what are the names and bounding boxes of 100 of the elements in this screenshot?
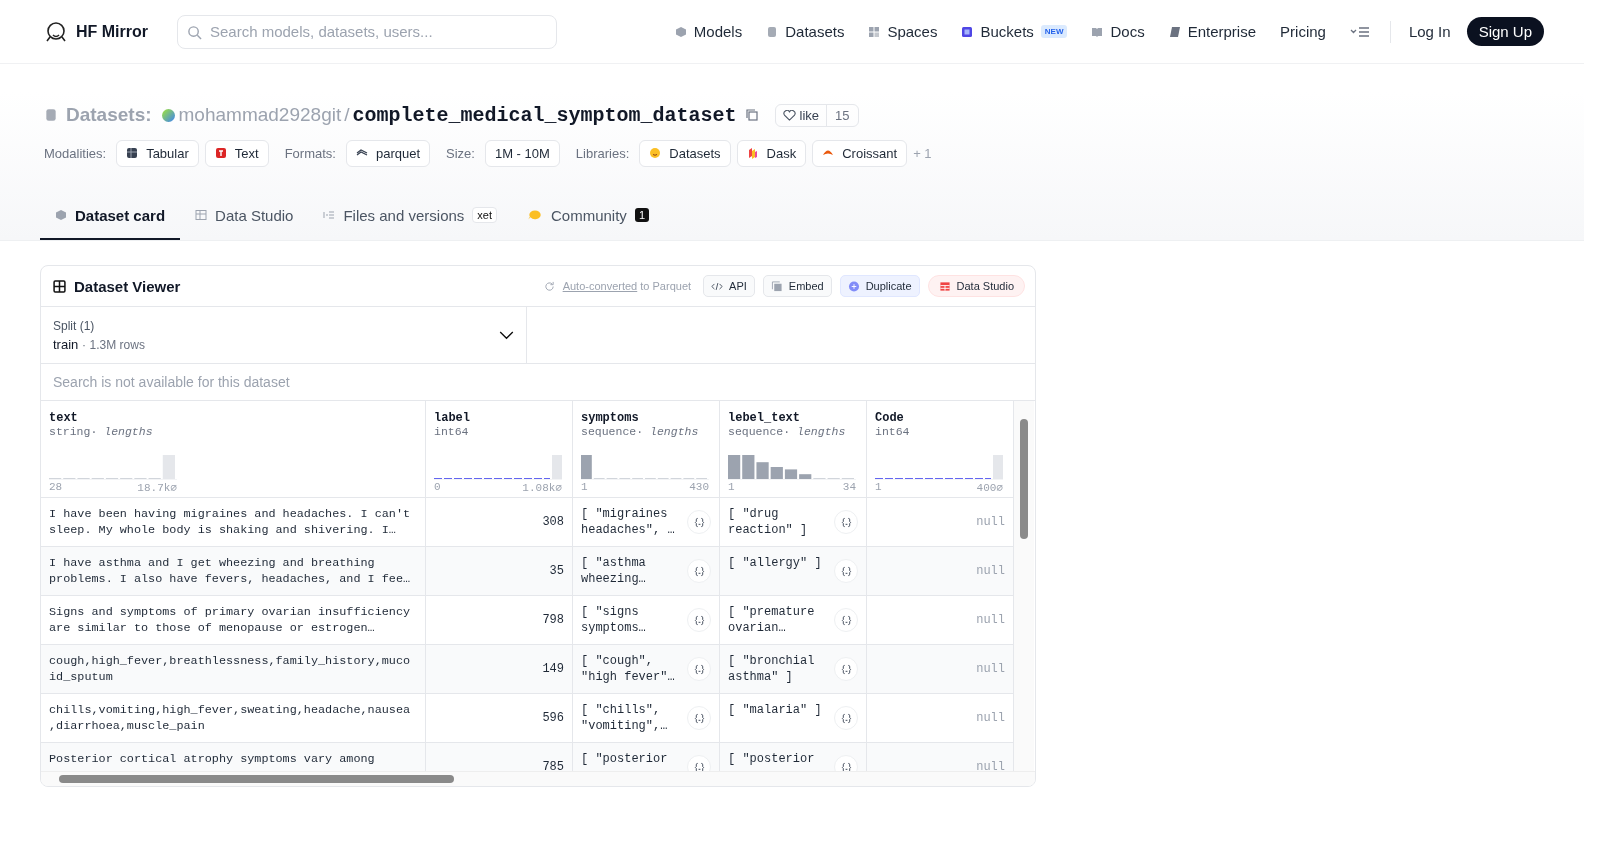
- column-name: text: [49, 411, 79, 425]
- horizontal-scrollbar[interactable]: [41, 771, 1035, 786]
- expand-json-button[interactable]: [687, 608, 711, 632]
- table-cell: [ "malaria" ]: [728, 702, 822, 718]
- tab[interactable]: Data Studio: [180, 192, 309, 240]
- table-icon: [126, 147, 139, 159]
- tab[interactable]: Dataset card: [40, 192, 181, 240]
- column-type: int64: [875, 425, 911, 438]
- table-cell: 308: [542, 514, 564, 530]
- signup-button[interactable]: Sign Up: [1466, 17, 1544, 46]
- column-name: symptoms: [581, 411, 640, 425]
- split-select[interactable]: Split (1) train · 1.3M rows: [41, 307, 527, 363]
- tab[interactable]: Community 1: [512, 192, 664, 240]
- grid-icon: [868, 25, 881, 38]
- expand-json-button[interactable]: [834, 510, 858, 534]
- badge-icon: [1168, 25, 1181, 38]
- database-icon: [44, 108, 58, 122]
- table-cell: [ "signs symptoms…: [581, 604, 646, 636]
- table-cell: null: [976, 710, 1005, 726]
- cube-icon: [55, 209, 67, 221]
- search-icon: [187, 24, 202, 40]
- column-name: lebel_text: [728, 411, 801, 425]
- vertical-scrollbar[interactable]: [1014, 401, 1034, 771]
- expand-json-button[interactable]: [834, 608, 858, 632]
- tag-chip[interactable]: parquet: [345, 139, 430, 167]
- table-cell: [ "posterior: [581, 751, 668, 767]
- chevron-down-icon: [499, 330, 514, 340]
- table-cell: 149: [542, 661, 564, 677]
- expand-json-button[interactable]: [834, 559, 858, 583]
- nav-link[interactable]: Docs: [1079, 23, 1157, 40]
- expand-json-button[interactable]: [834, 657, 858, 681]
- table-icon: [938, 280, 951, 292]
- table-cell: [ "posterior: [728, 751, 815, 767]
- expand-json-button[interactable]: [834, 706, 858, 730]
- expand-json-button[interactable]: [687, 559, 711, 583]
- dataset-name[interactable]: complete_medical_symptom_dataset: [352, 103, 737, 127]
- tag-chip[interactable]: Dask: [736, 139, 807, 167]
- repo-type: Datasets:: [66, 104, 152, 126]
- nav-link[interactable]: Pricing: [1268, 23, 1338, 40]
- table-icon: [195, 209, 208, 221]
- braces-icon: [840, 565, 852, 577]
- tag-chip[interactable]: Tabular: [116, 139, 199, 167]
- braces-icon: [840, 516, 852, 528]
- brand-name[interactable]: HF Mirror: [76, 22, 148, 41]
- path-separator: /: [344, 104, 350, 126]
- owner-avatar: [161, 108, 175, 122]
- nav-link[interactable]: Enterprise: [1156, 23, 1269, 40]
- table-cell: null: [976, 563, 1005, 579]
- table-cell: [ "migraines headaches", …: [581, 506, 675, 538]
- tag-group-label: Modalities:: [44, 145, 107, 161]
- refresh-icon: [543, 280, 555, 292]
- search-field[interactable]: Search models, datasets, users...: [177, 14, 557, 49]
- copy-icon[interactable]: [744, 108, 759, 122]
- range-min: 28: [49, 481, 63, 494]
- nav-link[interactable]: Models: [662, 23, 755, 40]
- bucket-icon: [961, 25, 974, 38]
- braces-icon: [693, 614, 705, 626]
- column-name: label: [434, 411, 471, 425]
- expand-json-button[interactable]: [687, 657, 711, 681]
- column-type: sequence· lengths: [581, 425, 700, 438]
- tag-chip[interactable]: Datasets: [639, 139, 731, 167]
- column-type: sequence· lengths: [728, 425, 847, 438]
- range-min: 1: [875, 481, 882, 494]
- nav-link[interactable]: Spaces: [856, 23, 950, 40]
- viewer-action-button[interactable]: Data Studio: [927, 275, 1025, 297]
- braces-icon: [693, 565, 705, 577]
- viewer-title: Dataset Viewer: [74, 277, 181, 295]
- tag-chip[interactable]: Croissant: [812, 139, 908, 167]
- tag-group-label: Libraries:: [575, 145, 630, 161]
- table-cell: cough,high_fever,breathlessness,family_history,muco id_sputum: [49, 653, 411, 685]
- table-cell: I have asthma and I get wheezing and breathing problems. I also have fevers, headaches, and I fee…: [49, 555, 411, 587]
- like-count: 15: [826, 104, 858, 126]
- viewer-action-button[interactable]: Duplicate: [839, 275, 920, 297]
- table-cell: null: [976, 514, 1005, 530]
- expand-json-button[interactable]: [687, 706, 711, 730]
- table-cell: chills,vomiting,high_fever,sweating,headache,nausea ,diarrhoea,muscle_pain: [49, 702, 411, 734]
- viewer-action-button[interactable]: API: [703, 275, 755, 297]
- menu-icon: [1349, 25, 1370, 38]
- tag-chip[interactable]: 1M - 10M: [484, 139, 560, 167]
- range-min: 0: [434, 481, 441, 494]
- nav-link[interactable]: Buckets NEW: [949, 23, 1080, 40]
- table-cell: [ "premature ovarian…: [728, 604, 815, 636]
- column-name: Code: [875, 411, 905, 425]
- table-cell: Signs and symptoms of primary ovarian insufficiency are similar to those of menopause or estrogen…: [49, 604, 411, 636]
- viewer-action-button[interactable]: Embed: [762, 275, 832, 297]
- cube-icon: [674, 25, 687, 38]
- new-badge: NEW: [1040, 25, 1068, 38]
- count-badge: 1: [634, 208, 649, 222]
- code-icon: [711, 280, 724, 292]
- like-button[interactable]: like 15: [774, 103, 859, 127]
- stacked-bars-icon: [746, 147, 759, 159]
- table-cell: 785: [542, 759, 564, 771]
- expand-json-button[interactable]: [687, 510, 711, 534]
- text-icon: [214, 147, 227, 159]
- table-cell: null: [976, 612, 1005, 628]
- tag-chip[interactable]: Text: [204, 139, 269, 167]
- tab[interactable]: Files and versions xet: [308, 192, 512, 240]
- login-link[interactable]: Log In: [1398, 23, 1467, 40]
- nav-link[interactable]: Datasets: [754, 23, 857, 40]
- braces-icon: [693, 712, 705, 724]
